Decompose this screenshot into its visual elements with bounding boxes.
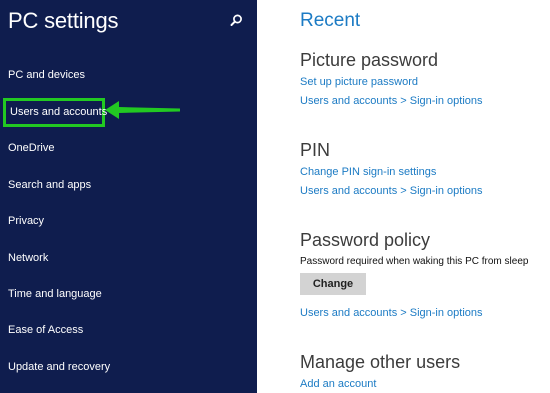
sidebar-item-ease-of-access[interactable]: Ease of Access xyxy=(8,319,83,341)
sidebar-item-onedrive[interactable]: OneDrive xyxy=(8,137,54,159)
sidebar: PC settings PC and devices Users and acc… xyxy=(0,0,257,393)
change-pin-settings-link[interactable]: Change PIN sign-in settings xyxy=(300,166,436,178)
search-icon xyxy=(230,14,242,26)
sidebar-item-search-and-apps[interactable]: Search and apps xyxy=(8,174,91,196)
add-an-account-link[interactable]: Add an account xyxy=(300,378,376,390)
pin-sign-in-options-link[interactable]: Users and accounts > Sign-in options xyxy=(300,185,483,197)
password-policy-title: Password policy xyxy=(300,230,431,250)
arrow-left-icon xyxy=(105,101,180,119)
picture-password-sign-in-options-link[interactable]: Users and accounts > Sign-in options xyxy=(300,95,483,107)
picture-password-title: Picture password xyxy=(300,50,439,70)
pin-title: PIN xyxy=(300,140,331,160)
manage-other-users-title: Manage other users xyxy=(300,352,461,372)
password-policy-sign-in-options-link[interactable]: Users and accounts > Sign-in options xyxy=(300,307,483,319)
sidebar-item-privacy[interactable]: Privacy xyxy=(8,210,44,232)
set-up-picture-password-link[interactable]: Set up picture password xyxy=(300,76,418,88)
sidebar-item-pc-and-devices[interactable]: PC and devices xyxy=(8,64,85,86)
main-content: Recent Picture password Set up picture p… xyxy=(257,0,550,393)
password-policy-description: Password required when waking this PC fr… xyxy=(300,256,529,267)
sidebar-item-update-and-recovery[interactable]: Update and recovery xyxy=(8,356,110,378)
sidebar-item-users-and-accounts[interactable]: Users and accounts xyxy=(3,98,107,127)
sidebar-item-network[interactable]: Network xyxy=(8,247,48,269)
change-button[interactable]: Change xyxy=(300,273,366,295)
search-button[interactable] xyxy=(226,11,246,31)
page-title: PC settings xyxy=(8,8,119,33)
sidebar-item-time-and-language[interactable]: Time and language xyxy=(8,283,102,305)
section-heading-recent: Recent xyxy=(300,10,361,31)
